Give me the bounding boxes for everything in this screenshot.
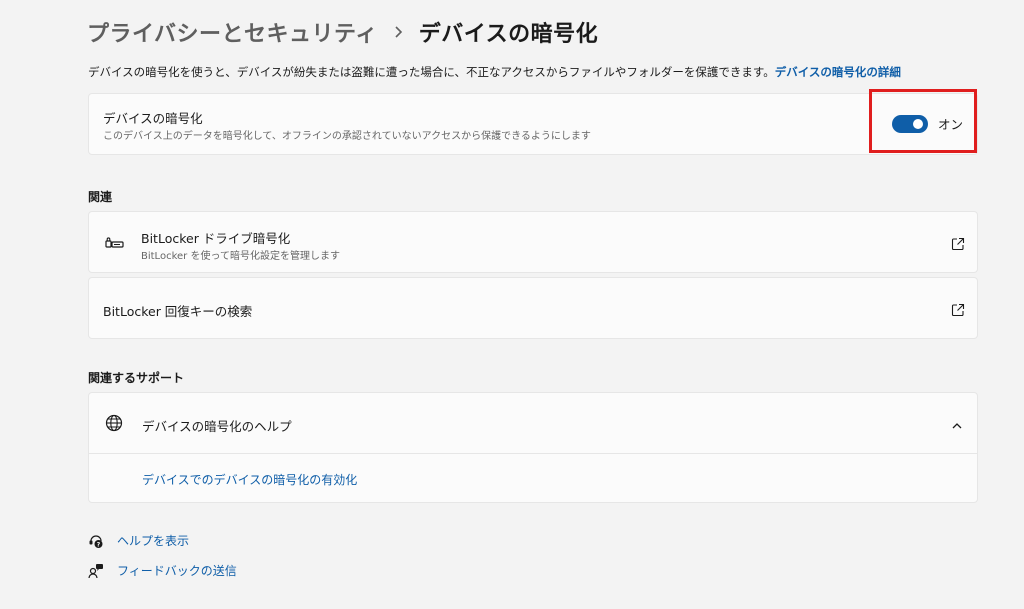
chevron-up-icon: [951, 417, 963, 436]
enable-device-encryption-link[interactable]: デバイスでのデバイスの暗号化の有効化: [142, 471, 357, 488]
bitlocker-drive-encryption-title: BitLocker ドライブ暗号化: [141, 231, 291, 246]
globe-icon: [105, 414, 123, 436]
help-expander-header[interactable]: デバイスの暗号化のヘルプ: [89, 393, 977, 453]
chevron-right-icon: [394, 25, 403, 39]
help-divider: [89, 453, 977, 454]
bitlocker-drive-encryption-subtitle: BitLocker を使って暗号化設定を管理します: [141, 251, 340, 262]
related-header: 関連: [88, 190, 113, 204]
page-description: デバイスの暗号化を使うと、デバイスが紛失または盗難に遭った場合に、不正なアクセス…: [88, 64, 901, 80]
help-chat-icon: ?: [88, 533, 104, 549]
bitlocker-recovery-key-item[interactable]: BitLocker 回復キーの検索: [88, 277, 978, 339]
send-feedback-link[interactable]: フィードバックの送信: [117, 562, 237, 579]
bitlocker-key-icon: [105, 235, 125, 254]
feedback-icon: [88, 563, 104, 579]
breadcrumb-parent[interactable]: プライバシーとセキュリティ: [87, 16, 378, 48]
help-expander-title: デバイスの暗号化のヘルプ: [142, 419, 292, 434]
external-link-icon: [951, 236, 965, 251]
get-help-link[interactable]: ヘルプを表示: [117, 532, 189, 549]
device-encryption-card: デバイスの暗号化 このデバイス上のデータを暗号化して、オフラインの承認されていな…: [88, 93, 978, 155]
device-encryption-title: デバイスの暗号化: [103, 111, 203, 126]
svg-text:?: ?: [97, 541, 101, 548]
toggle-highlight-box: [869, 89, 977, 153]
bitlocker-recovery-key-title: BitLocker 回復キーの検索: [103, 304, 253, 319]
send-feedback-item: フィードバックの送信: [88, 562, 237, 579]
device-encryption-subtitle: このデバイス上のデータを暗号化して、オフラインの承認されていないアクセスから保護…: [103, 131, 591, 142]
page-title: デバイスの暗号化: [418, 22, 599, 47]
related-support-header: 関連するサポート: [88, 371, 185, 385]
get-help-item: ? ヘルプを表示: [88, 532, 189, 549]
description-text: デバイスの暗号化を使うと、デバイスが紛失または盗難に遭った場合に、不正なアクセス…: [88, 65, 775, 79]
bitlocker-drive-encryption-item[interactable]: BitLocker ドライブ暗号化 BitLocker を使って暗号化設定を管理…: [88, 211, 978, 273]
device-encryption-help-card: デバイスの暗号化のヘルプ デバイスでのデバイスの暗号化の有効化: [88, 392, 978, 503]
breadcrumb: プライバシーとセキュリティ デバイスの暗号化: [87, 14, 598, 50]
external-link-icon: [951, 302, 965, 317]
learn-more-link[interactable]: デバイスの暗号化の詳細: [775, 65, 901, 79]
